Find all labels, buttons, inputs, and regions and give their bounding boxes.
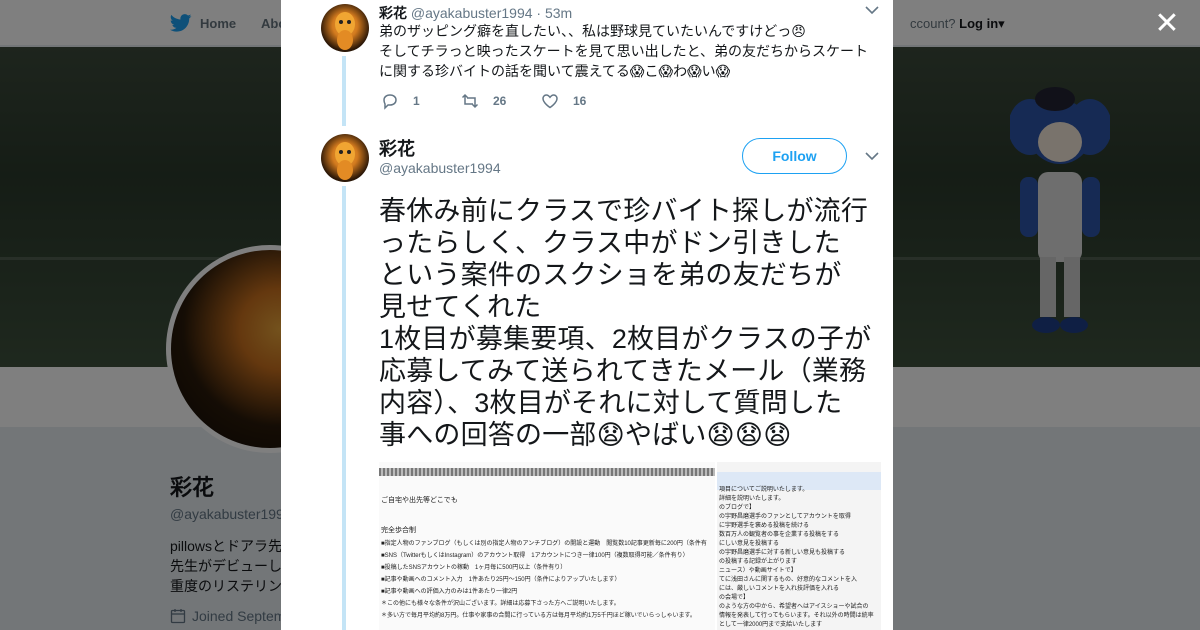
tweet-text-line: そしてチラっと映ったスケートを見て思い出したと、弟の友だちからスケート: [379, 43, 869, 59]
media-text-line: ＊この他にも様々な条件が沢山ございます。詳細は応募下さった方へご説明いたします。: [381, 601, 620, 607]
media-text-line: 項目についてご説明いたします。: [719, 487, 809, 493]
media-header-strip: [379, 468, 715, 476]
tweet-text-line: 事への回答の一部😧やばい😧😧😧: [379, 420, 792, 450]
tweet-time[interactable]: · 53m: [536, 5, 572, 21]
media-text-line: 情報を発表して行ってもらいます。それ以外の時間は統率: [719, 613, 874, 619]
media-text-line: のブログで】: [719, 505, 756, 511]
tweet-actions: 1 26 16: [381, 92, 621, 110]
tweet-text-line: 内容）、3枚目がそれに対して質問した: [379, 388, 843, 418]
media-text-line: ■SNS（TwitterもしくはInstagram）のアカウント取得 1アカウン…: [381, 553, 689, 559]
like-count: 16: [573, 94, 587, 108]
media-text-line: の会場で】: [719, 595, 750, 601]
tweet-text-line: に関する珍バイトの話を聞いて震えてる😱こ😱わ😱い😱: [379, 63, 731, 79]
reply-icon: [383, 94, 397, 110]
media-text-line: 数百万人の観覧者の事を企業する投稿をする: [719, 532, 840, 538]
media-text-line: てに浅田さんに関するもの、好意的なコメントを入: [719, 577, 858, 583]
avatar[interactable]: [321, 134, 369, 182]
chevron-down-icon[interactable]: [864, 4, 880, 20]
media-text-line: のような方の中から、希望者へはアイスショーや試合の: [719, 604, 869, 610]
tweet-text-line: ったらしく、クラス中がドン引きした: [379, 228, 841, 258]
media-text-line: にしい意見を投稿する: [719, 541, 780, 547]
media-image-2[interactable]: 項目についてご説明いたします。 詳細を説明いたします。 のブログで】の宇野昌磨選手の…: [717, 462, 881, 630]
like-button[interactable]: 16: [541, 92, 621, 110]
thread-line: [342, 56, 346, 126]
media-text-line: の投稿する記録が上がります: [719, 559, 798, 565]
media-image-1[interactable]: ご自宅や出先等どこでも 完全歩合制 ■指定人物のファンブログ（もしくは別の指定人物の…: [379, 462, 715, 630]
heart-icon: [542, 94, 558, 109]
media-text-line: ご自宅や出先等どこでも: [381, 497, 458, 504]
tweet-header: 彩花 @ayakabuster1994 · 53m: [379, 3, 572, 23]
media-text-line: ■記事や動画へのコメント入力 1件あたり25円〜150円（条件によりアップいたし…: [381, 577, 621, 583]
retweet-icon: [461, 93, 479, 109]
tweet-text-line: 見せてくれた: [379, 292, 542, 322]
avatar[interactable]: [321, 4, 369, 52]
media-text-line: の宇野昌磨選手のファンとしてアカウントを取得: [719, 514, 851, 520]
reply-count: 1: [413, 94, 420, 108]
tweet-author-handle[interactable]: @ayakabuster1994: [411, 5, 533, 21]
tweet-author-name[interactable]: 彩花: [379, 5, 407, 21]
reply-button[interactable]: 1: [381, 92, 461, 110]
retweet-count: 26: [493, 94, 507, 108]
tweet-author-handle[interactable]: @ayakabuster1994: [379, 160, 501, 176]
media-text-line: として一律2000円まで支給いたします: [719, 622, 823, 628]
media-text-line: 詳細を説明いたします。: [719, 496, 785, 502]
tweet-text-line: 春休み前にクラスで珍バイト探しが流行: [379, 196, 869, 226]
tweet-author-name[interactable]: 彩花: [379, 135, 415, 161]
tweet-text-line: 1枚目が募集要項、2枚目がクラスの子が: [379, 324, 872, 354]
media-text-line: ■指定人物のファンブログ（もしくは別の指定人物のアンチブログ）の開設と運動 閲覧…: [381, 541, 707, 547]
follow-button[interactable]: Follow: [742, 138, 847, 174]
media-text-line: に宇野選手を褒める投稿を続ける: [719, 523, 810, 529]
media-text-line: ■記事や動画への評価入力のみは1件あたり一律2円: [381, 589, 518, 595]
media-text-line: ＊多い方で毎月平均約8万円。仕事や家事の合間に行っている方は毎月平均約1万5千円…: [381, 613, 696, 619]
avatar-image: [335, 12, 355, 50]
media-text-line: 完全歩合制: [381, 527, 416, 534]
media-text-line: には、厳しいコメントを入れ技評価を入れる: [719, 586, 840, 592]
thread-line: [342, 186, 346, 630]
media-text-line: ニュース）や動画サイトで】: [719, 568, 797, 574]
avatar-image: [335, 142, 355, 180]
tweet-modal: 彩花 @ayakabuster1994 · 53m 弟のザッピング癖を直したい、…: [281, 0, 893, 630]
retweet-button[interactable]: 26: [461, 92, 541, 110]
tweet-text-line: という案件のスクショを弟の友だちが: [379, 260, 842, 290]
chevron-down-icon[interactable]: [864, 150, 880, 166]
tweet-text: 春休み前にクラスで珍バイト探しが流行 ったらしく、クラス中がドン引きした という…: [379, 195, 885, 451]
tweet-text: 弟のザッピング癖を直したい、、私は野球見ていたいんですけどっ😠 そしてチラっと映…: [379, 21, 879, 81]
media-text-line: ■投稿したSNSアカウントの稼動 1ヶ月毎に500円以上（条件有り）: [381, 565, 567, 571]
media-text-line: の宇野昌磨選手に対する新しい意見も投稿する: [719, 550, 846, 556]
tweet-media[interactable]: ご自宅や出先等どこでも 完全歩合制 ■指定人物のファンブログ（もしくは別の指定人物の…: [379, 462, 881, 630]
close-icon[interactable]: ✕: [1152, 9, 1182, 40]
tweet-text-line: 弟のザッピング癖を直したい、、私は野球見ていたいんですけどっ😠: [379, 23, 806, 39]
tweet-text-line: 応募してみて送られてきたメール（業務: [379, 356, 867, 386]
